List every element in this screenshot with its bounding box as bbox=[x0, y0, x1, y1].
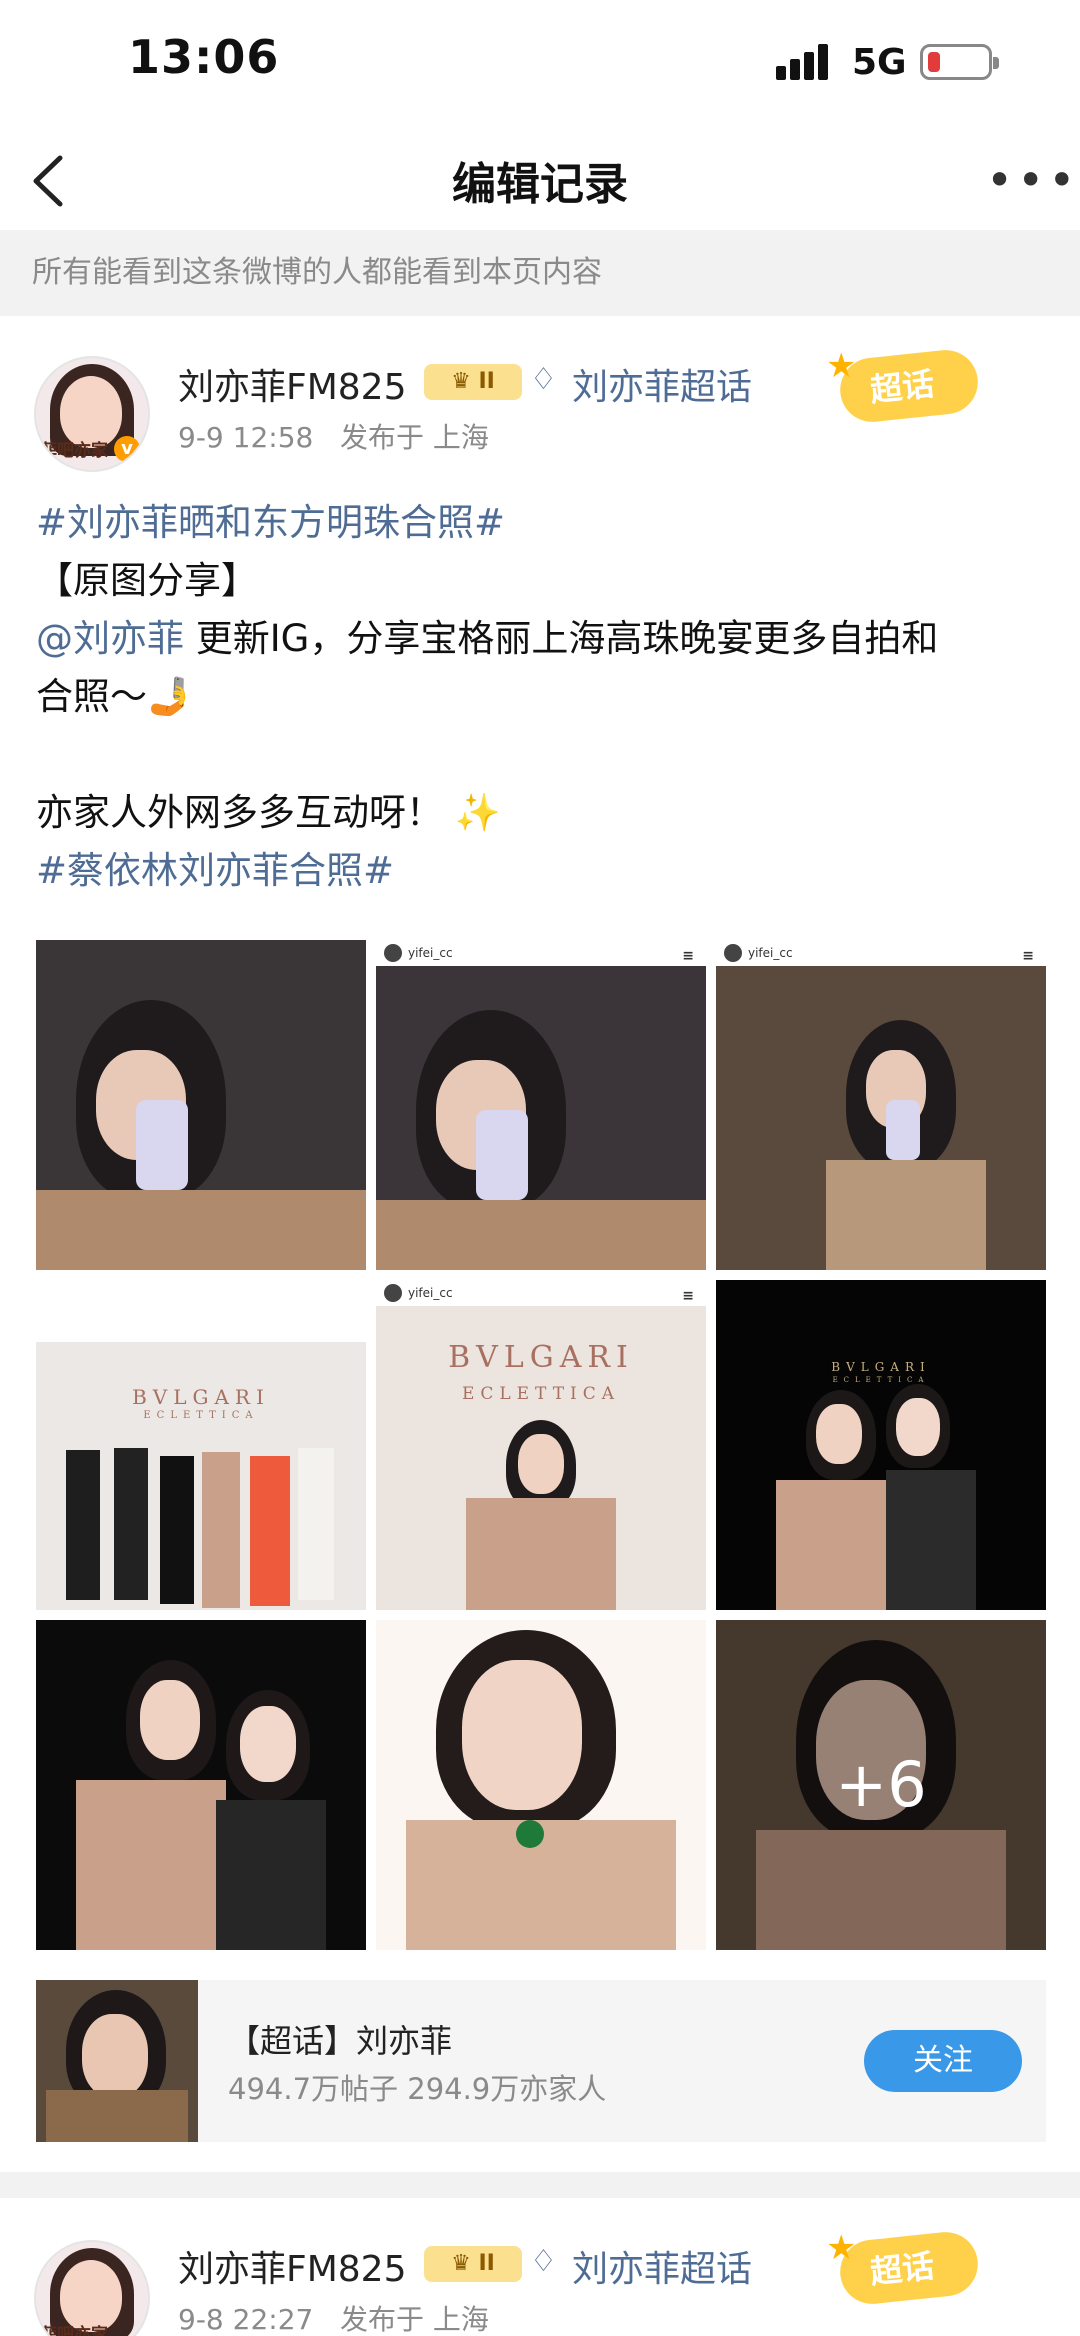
post: 菲吧亦家 v 刘亦菲FM825 ♛ II ♢ 刘亦菲超话 9-9 12:58 发… bbox=[0, 316, 1080, 2172]
grid-image[interactable]: yifei_cc ≡ BVLGARI ECLETTICA bbox=[376, 1280, 706, 1610]
battery-icon bbox=[920, 44, 999, 80]
level-badge: ♛ II bbox=[424, 2246, 522, 2282]
grid-image[interactable]: BVLGARI ECLETTICA bbox=[36, 1280, 366, 1610]
mention-link[interactable]: @刘亦菲 bbox=[36, 617, 184, 660]
chevron-left-icon bbox=[33, 155, 63, 207]
signal-icon bbox=[776, 44, 836, 80]
grid-image[interactable] bbox=[36, 940, 366, 1270]
super-topic-stamp: ★ 超话 bbox=[826, 2226, 984, 2308]
grid-image[interactable]: BVLGARI ECLETTICA bbox=[716, 1280, 1046, 1610]
grid-image[interactable]: yifei_cc ≡ bbox=[716, 940, 1046, 1270]
grid-image[interactable]: yifei_cc ≡ bbox=[376, 940, 706, 1270]
post-date: 9-9 12:58 bbox=[178, 421, 314, 454]
divider bbox=[0, 2172, 1080, 2198]
author-name[interactable]: 刘亦菲FM825 bbox=[178, 358, 406, 410]
topic-card-title: 【超话】刘亦菲 bbox=[228, 2022, 453, 2060]
image-grid: yifei_cc≡ yifei_cc≡ BVLGARI ECLETTICA bbox=[36, 940, 1046, 1952]
status-bar: 13:06 5G bbox=[0, 0, 1080, 130]
back-button[interactable] bbox=[22, 146, 82, 216]
super-topic-link[interactable]: 刘亦菲超话 bbox=[572, 2240, 752, 2292]
text-line: 亦家人外网多多互动呀！ ✨ bbox=[36, 791, 501, 834]
text-line: 【原图分享】 bbox=[36, 559, 258, 602]
page-title: 编辑记录 bbox=[452, 159, 628, 210]
level-badge: ♛ II bbox=[424, 364, 522, 400]
super-topic-card[interactable]: 【超话】刘亦菲 494.7万帖子 294.9万亦家人 关注 bbox=[36, 1980, 1046, 2142]
grid-image[interactable]: +6 bbox=[716, 1620, 1046, 1950]
grid-image[interactable] bbox=[36, 1620, 366, 1950]
hashtag-link[interactable]: #蔡依林刘亦菲合照# bbox=[36, 849, 394, 892]
post-date: 9-8 22:27 bbox=[178, 2303, 314, 2336]
post-text: #刘亦菲晒和东方明珠合照# 【原图分享】 @刘亦菲 更新IG，分享宝格丽上海高珠… bbox=[36, 494, 1046, 900]
post: 菲吧亦家 刘亦菲FM825 ♛ II ♢ 刘亦菲超话 9-8 22:27 发布于… bbox=[0, 2198, 1080, 2336]
star-icon: ★ bbox=[826, 2228, 857, 2268]
hashtag-link[interactable]: #刘亦菲晒和东方明珠合照# bbox=[36, 501, 505, 544]
diamond-icon: ♢ bbox=[530, 362, 557, 397]
avatar[interactable]: 菲吧亦家 v bbox=[34, 356, 150, 472]
text-line: 合照～🤳 bbox=[36, 675, 194, 718]
author-name[interactable]: 刘亦菲FM825 bbox=[178, 2240, 406, 2292]
more-images-count[interactable]: +6 bbox=[716, 1620, 1046, 1950]
visibility-notice: 所有能看到这条微博的人都能看到本页内容 bbox=[0, 230, 1080, 316]
verified-icon: v bbox=[114, 436, 140, 462]
follow-button[interactable]: 关注 bbox=[864, 2030, 1022, 2092]
grid-image[interactable] bbox=[376, 1620, 706, 1950]
topic-card-stats: 494.7万帖子 294.9万亦家人 bbox=[228, 2072, 607, 2106]
avatar-tag: 菲吧亦家 bbox=[40, 2325, 108, 2336]
post-location: 发布于 上海 bbox=[340, 421, 489, 454]
text-line: 更新IG，分享宝格丽上海高珠晚宴更多自拍和 bbox=[184, 617, 939, 660]
more-options-icon[interactable]: ••• bbox=[986, 157, 1079, 203]
post-location: 发布于 上海 bbox=[340, 2303, 489, 2336]
post-meta: 9-9 12:58 发布于 上海 bbox=[178, 416, 489, 456]
super-topic-link[interactable]: 刘亦菲超话 bbox=[572, 358, 752, 410]
network-type: 5G bbox=[852, 42, 907, 83]
status-time: 13:06 bbox=[128, 30, 280, 84]
topic-card-image bbox=[36, 1980, 198, 2142]
post-meta: 9-8 22:27 发布于 上海 bbox=[178, 2298, 489, 2336]
super-topic-stamp: ★ 超话 bbox=[826, 344, 984, 426]
star-icon: ★ bbox=[826, 346, 857, 386]
avatar-tag: 菲吧亦家 bbox=[40, 441, 108, 461]
nav-bar: 编辑记录 ••• bbox=[0, 130, 1080, 230]
avatar[interactable]: 菲吧亦家 bbox=[34, 2240, 150, 2336]
diamond-icon: ♢ bbox=[530, 2244, 557, 2279]
